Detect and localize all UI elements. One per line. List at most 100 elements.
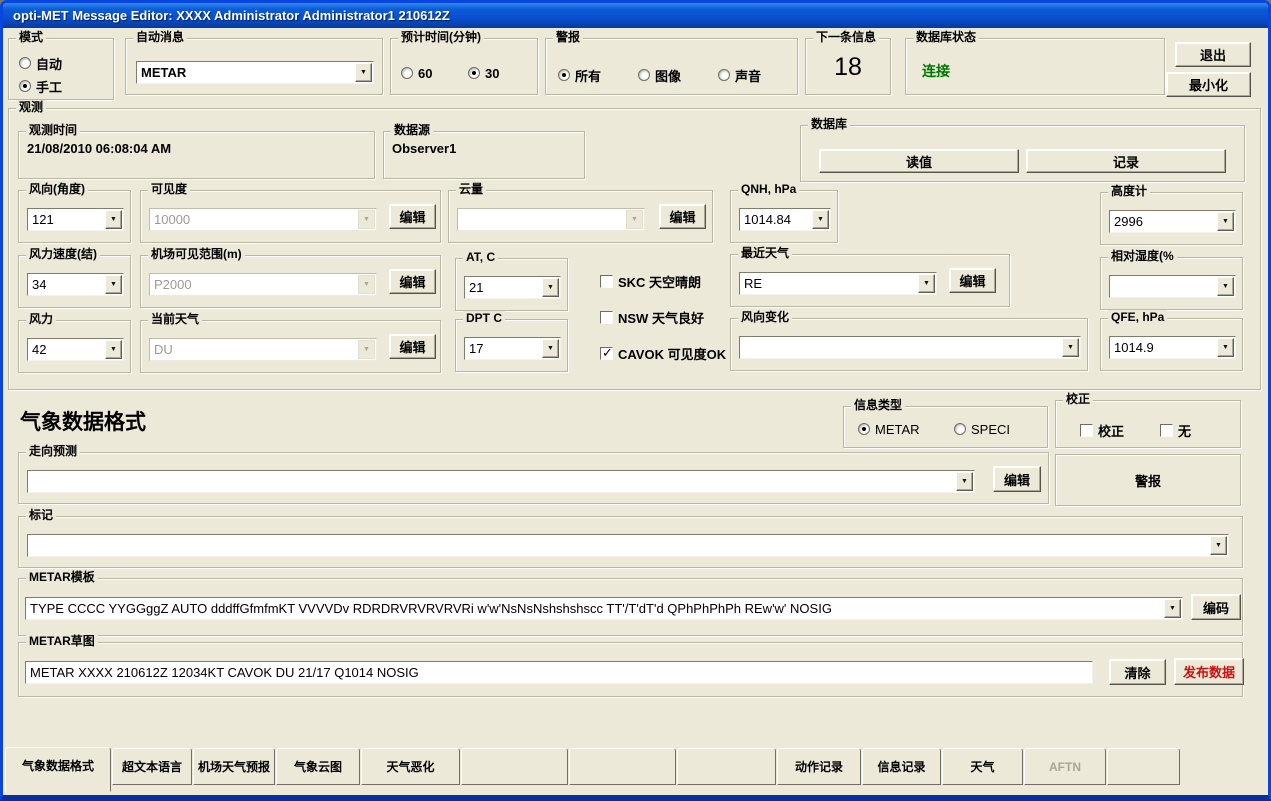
database-record-button[interactable]: 记录 <box>1026 149 1226 173</box>
remark-combobox[interactable] <box>27 534 1229 557</box>
tab-message-log[interactable]: 信息记录 <box>862 748 941 785</box>
mode-auto-radio[interactable]: 自动 <box>19 53 62 73</box>
database-read-button[interactable]: 读值 <box>819 149 1019 173</box>
air-temp-combobox[interactable]: 21 <box>464 276 561 299</box>
dropdown-arrow-icon[interactable] <box>105 275 122 294</box>
dropdown-arrow-icon[interactable] <box>1217 277 1234 296</box>
alarm-sound-radio[interactable]: 声音 <box>718 65 761 85</box>
metar-template-combobox[interactable]: TYPE CCCC YYGGggZ AUTO dddffGfmfmKT VVVV… <box>25 597 1183 620</box>
wind-variation-group: 风向变化 <box>730 318 1088 371</box>
recent-weather-combobox[interactable]: RE <box>739 272 937 295</box>
mode-manual-label: 手工 <box>36 76 62 96</box>
dropdown-arrow-icon[interactable] <box>1062 338 1079 357</box>
expected-time-60-radio[interactable]: 60 <box>401 65 432 81</box>
visibility-edit-button[interactable]: 编辑 <box>389 204 436 229</box>
radio-selected-icon[interactable] <box>19 80 31 92</box>
tab-empty-2[interactable] <box>569 748 676 785</box>
expected-time-group: 预计时间(分钟) 60 30 <box>390 38 538 95</box>
alarm-image-radio[interactable]: 图像 <box>638 65 681 85</box>
wind-direction-combobox[interactable]: 121 <box>27 208 124 231</box>
clear-button[interactable]: 清除 <box>1109 659 1166 685</box>
dropdown-arrow-icon[interactable] <box>1217 212 1234 231</box>
tab-weather[interactable]: 天气 <box>942 748 1023 785</box>
database-group-label: 数据库 <box>808 117 850 131</box>
dropdown-arrow-icon[interactable] <box>355 63 372 82</box>
minimize-button[interactable]: 最小化 <box>1166 72 1251 97</box>
dewpoint-combobox[interactable]: 17 <box>464 337 561 360</box>
cloud-edit-button[interactable]: 编辑 <box>659 204 706 229</box>
tab-metar-format[interactable]: 气象数据格式 <box>5 747 111 792</box>
wind-variation-combobox[interactable] <box>739 336 1081 359</box>
alarm-all-radio[interactable]: 所有 <box>558 65 601 85</box>
encode-button[interactable]: 编码 <box>1191 594 1241 620</box>
correction-checkbox[interactable]: 校正 <box>1080 420 1124 440</box>
radio-selected-icon[interactable] <box>858 423 870 435</box>
radio-icon[interactable] <box>638 69 650 81</box>
tab-empty-3[interactable] <box>677 748 776 785</box>
radio-icon[interactable] <box>19 57 31 69</box>
tab-action-log[interactable]: 动作记录 <box>777 748 861 785</box>
expected-time-60-label: 60 <box>418 65 432 81</box>
present-weather-edit-button[interactable]: 编辑 <box>389 334 436 359</box>
metar-radio[interactable]: METAR <box>858 421 920 437</box>
radio-selected-icon[interactable] <box>468 67 480 79</box>
dropdown-arrow-icon[interactable] <box>1217 338 1234 357</box>
wind-speed-group: 风力速度(结) 34 <box>18 255 131 308</box>
data-source-value: Observer1 <box>392 141 456 156</box>
dropdown-arrow-icon[interactable] <box>542 339 559 358</box>
alarm-button[interactable]: 警报 <box>1055 454 1241 506</box>
wind-speed-combobox[interactable]: 34 <box>27 273 124 296</box>
radio-icon[interactable] <box>954 423 966 435</box>
publish-data-button[interactable]: 发布数据 <box>1174 658 1244 685</box>
qnh-combobox[interactable]: 1014.84 <box>739 208 831 231</box>
metar-draft-input[interactable] <box>25 661 1093 684</box>
auto-message-label: 自动消息 <box>133 30 187 44</box>
gust-combobox[interactable]: 42 <box>27 338 124 361</box>
none-checkbox[interactable]: 无 <box>1160 420 1191 440</box>
dropdown-arrow-icon <box>626 210 643 229</box>
nsw-checkbox[interactable]: NSW 天气良好 <box>600 307 704 327</box>
dropdown-arrow-icon[interactable] <box>105 210 122 229</box>
dropdown-arrow-icon[interactable] <box>105 340 122 359</box>
tab-weather-deterioration[interactable]: 天气恶化 <box>361 748 460 785</box>
tab-satellite-image[interactable]: 气象云图 <box>276 748 360 785</box>
dropdown-arrow-icon[interactable] <box>812 210 829 229</box>
mode-manual-radio[interactable]: 手工 <box>19 76 62 96</box>
tab-airport-forecast[interactable]: 机场天气预报 <box>193 748 275 785</box>
tab-empty-4[interactable] <box>1107 748 1180 785</box>
expected-time-30-radio[interactable]: 30 <box>468 65 499 81</box>
next-message-group: 下一条信息 18 <box>805 38 891 95</box>
auto-message-combobox[interactable]: METAR <box>136 61 374 84</box>
dropdown-arrow-icon[interactable] <box>918 274 935 293</box>
radio-icon[interactable] <box>401 67 413 79</box>
cavok-checkbox[interactable]: CAVOK 可见度OK <box>600 343 726 363</box>
correction-label: 校正 <box>1098 420 1124 440</box>
recent-weather-edit-button[interactable]: 编辑 <box>949 268 996 293</box>
metar-draft-label: METAR草图 <box>26 634 98 648</box>
exit-button[interactable]: 退出 <box>1175 42 1251 67</box>
radio-selected-icon[interactable] <box>558 69 570 81</box>
trend-edit-button[interactable]: 编辑 <box>993 466 1041 492</box>
tab-empty-1[interactable] <box>461 748 568 785</box>
radio-icon[interactable] <box>718 69 730 81</box>
humidity-combobox[interactable] <box>1109 275 1236 298</box>
checkbox-icon[interactable] <box>1080 424 1093 437</box>
rvr-edit-button[interactable]: 编辑 <box>389 269 436 294</box>
skc-checkbox[interactable]: SKC 天空晴朗 <box>600 271 701 291</box>
checkbox-icon[interactable] <box>600 311 613 324</box>
dropdown-arrow-icon[interactable] <box>542 278 559 297</box>
dropdown-arrow-icon[interactable] <box>1164 599 1181 618</box>
speci-radio[interactable]: SPECI <box>954 421 1010 437</box>
qfe-combobox[interactable]: 1014.9 <box>1109 336 1236 359</box>
checkbox-icon[interactable] <box>1160 424 1173 437</box>
trend-combobox[interactable] <box>27 470 975 493</box>
dropdown-arrow-icon[interactable] <box>956 472 973 491</box>
checkbox-checked-icon[interactable] <box>600 347 613 360</box>
recent-weather-value: RE <box>740 273 917 294</box>
mode-auto-label: 自动 <box>36 53 62 73</box>
tab-html[interactable]: 超文本语言 <box>112 748 192 785</box>
checkbox-icon[interactable] <box>600 275 613 288</box>
dropdown-arrow-icon[interactable] <box>1210 536 1227 555</box>
qnh-group: QNH, hPa 1014.84 <box>730 190 838 243</box>
altimeter-combobox[interactable]: 2996 <box>1109 210 1236 233</box>
